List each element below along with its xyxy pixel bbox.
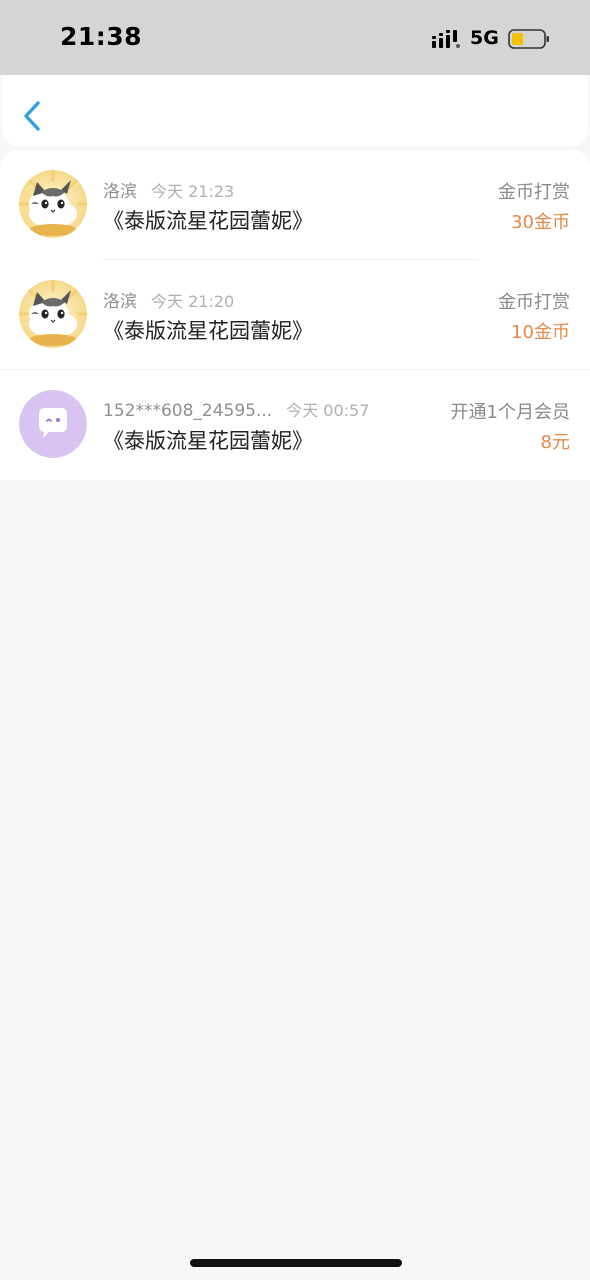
status-bar: 21:38 5G bbox=[0, 0, 590, 75]
record-time: 今天 21:20 bbox=[151, 292, 235, 311]
list-item[interactable]: 152***608_24595... 今天 00:57 《泰版流星花园蕾妮》 开通… bbox=[0, 370, 590, 480]
network-type: 5G bbox=[470, 27, 499, 49]
record-amount: 8元 bbox=[540, 432, 570, 453]
battery-icon bbox=[508, 29, 549, 49]
cat-avatar bbox=[19, 170, 87, 238]
record-amount: 30金币 bbox=[511, 212, 570, 233]
record-time: 今天 21:23 bbox=[151, 182, 235, 201]
record-amount: 10金币 bbox=[511, 322, 570, 343]
book-title: 《泰版流星花园蕾妮》 bbox=[103, 209, 313, 233]
book-title: 《泰版流星花园蕾妮》 bbox=[103, 319, 313, 343]
home-indicator[interactable] bbox=[190, 1259, 402, 1267]
record-type: 金币打赏 bbox=[498, 292, 570, 313]
sender-name: 152***608_24595... bbox=[103, 401, 273, 421]
nav-bar bbox=[2, 75, 588, 147]
chevron-left-icon[interactable] bbox=[20, 97, 48, 135]
sender-name: 洛滨 bbox=[103, 292, 137, 312]
book-title: 《泰版流星花园蕾妮》 bbox=[103, 429, 313, 453]
record-time: 今天 00:57 bbox=[286, 401, 370, 420]
sender-name: 洛滨 bbox=[103, 182, 137, 202]
list-item[interactable]: 洛滨 今天 21:20 《泰版流星花园蕾妮》 金币打赏 10金币 bbox=[0, 260, 590, 370]
sender-line: 洛滨 今天 21:23 bbox=[103, 177, 234, 202]
cat-avatar bbox=[19, 280, 87, 348]
sender-line: 洛滨 今天 21:20 bbox=[103, 287, 234, 312]
list-item[interactable]: 洛滨 今天 21:23 《泰版流星花园蕾妮》 金币打赏 30金币 bbox=[0, 150, 590, 260]
record-type: 开通1个月会员 bbox=[450, 402, 570, 423]
record-list: 洛滨 今天 21:23 《泰版流星花园蕾妮》 金币打赏 30金币 洛滨 今天 2… bbox=[0, 150, 590, 480]
sender-line: 152***608_24595... 今天 00:57 bbox=[103, 397, 369, 421]
status-time: 21:38 bbox=[60, 22, 143, 51]
default-chat-avatar bbox=[19, 390, 87, 458]
signal-icon bbox=[432, 30, 460, 48]
record-type: 金币打赏 bbox=[498, 182, 570, 203]
